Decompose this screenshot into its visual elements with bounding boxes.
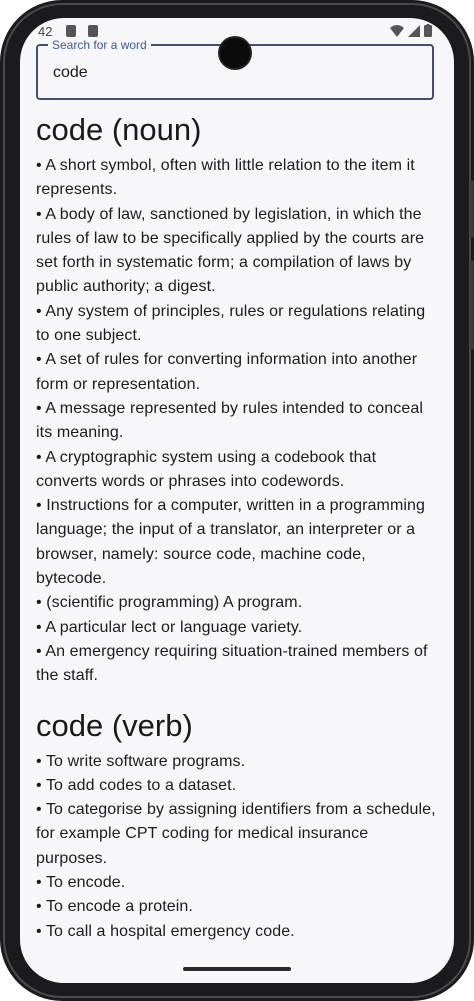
definition-list: • A short symbol, often with little rela…	[36, 154, 440, 689]
entry-title: code (verb)	[36, 707, 193, 743]
definition-item: • A message represented by rules intende…	[36, 399, 424, 442]
search-label: Search for a word	[48, 37, 151, 53]
definition-item: • A body of law, sanctioned by legislati…	[36, 205, 425, 296]
status-icons	[390, 24, 432, 37]
definition-item: • (scientific programming) A program.	[36, 594, 303, 612]
bottom-area	[20, 943, 454, 983]
definition-item: • Instructions for a computer, written i…	[36, 497, 426, 588]
definitions-list: code (noun) • A short symbol, often with…	[36, 110, 440, 944]
entry-noun: code (noun) • A short symbol, often with…	[36, 110, 440, 689]
wifi-icon	[390, 24, 404, 37]
definition-item: • To write software programs.	[36, 752, 246, 770]
screen: 42 Search for a word code code (noun) • …	[20, 18, 454, 983]
phone-frame: 42 Search for a word code code (noun) • …	[0, 0, 474, 1001]
definition-item: • To call a hospital emergency code.	[36, 922, 295, 940]
entry-title: code (noun)	[36, 112, 202, 147]
definition-item: • A particular lect or language variety.	[36, 618, 303, 636]
sim-card-icon	[66, 25, 76, 37]
definition-item: • To encode.	[36, 874, 126, 892]
definition-item: • To add codes to a dataset.	[36, 776, 237, 794]
gesture-handle[interactable]	[183, 967, 291, 971]
power-button	[470, 260, 474, 350]
definition-item: • To categorise by assigning identifiers…	[36, 801, 436, 867]
volume-button	[470, 180, 474, 238]
entry-verb: code (verb) • To write software programs…	[36, 706, 440, 944]
definition-item: • A cryptographic system using a codeboo…	[36, 448, 377, 490]
battery-icon	[424, 24, 432, 37]
definition-item: • A short symbol, often with little rela…	[36, 157, 415, 199]
front-camera	[220, 38, 250, 68]
accessibility-icon	[88, 25, 98, 37]
definition-list: • To write software programs. • To add c…	[36, 750, 440, 944]
definition-item: • Any system of principles, rules or reg…	[36, 302, 426, 345]
definition-item: • To encode a protein.	[36, 898, 193, 916]
signal-icon	[408, 24, 420, 37]
definition-item: • A set of rules for converting informat…	[36, 351, 418, 393]
search-input[interactable]	[53, 63, 393, 83]
definition-item: • An emergency requiring situation-train…	[36, 642, 428, 685]
